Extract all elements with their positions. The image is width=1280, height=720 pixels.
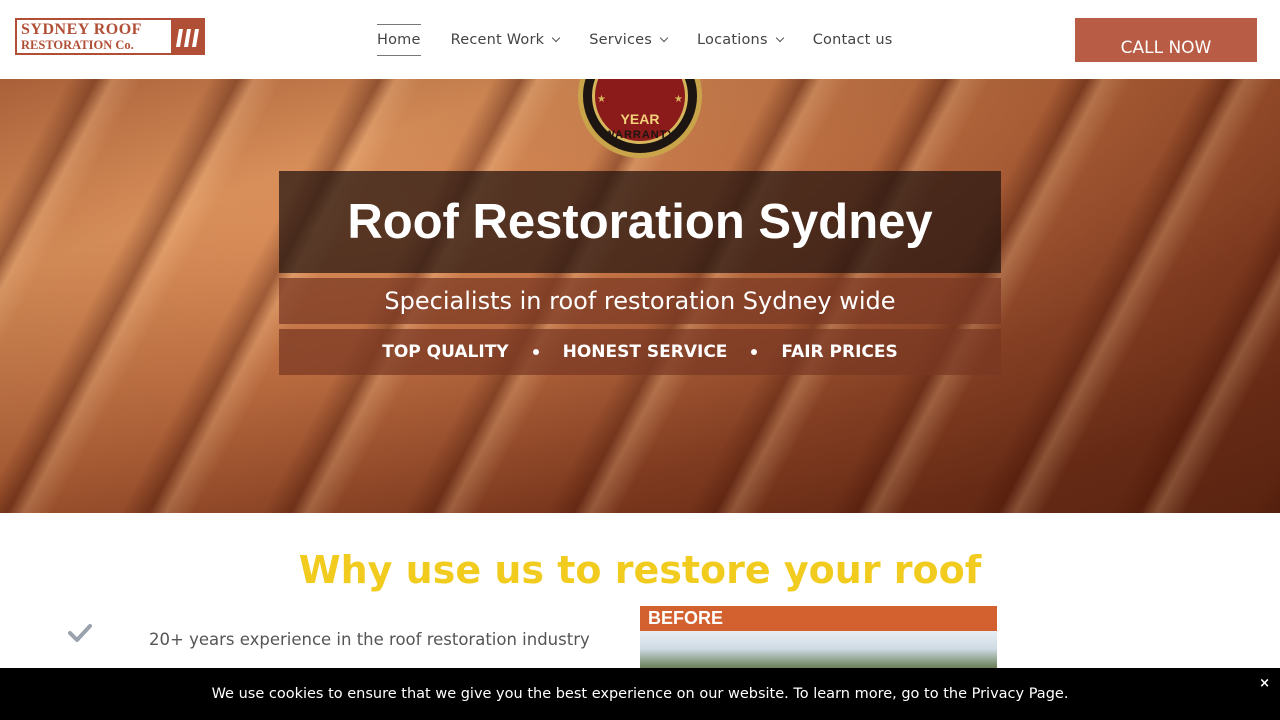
- bullet-dot-icon: [751, 349, 758, 355]
- warranty-year-label: YEAR: [620, 111, 660, 127]
- hero-subtitle: Specialists in roof restoration Sydney w…: [384, 287, 896, 315]
- tag-top-quality: TOP QUALITY: [382, 342, 509, 362]
- star-icon: ★: [674, 94, 683, 105]
- cookie-banner: We use cookies to ensure that we give yo…: [0, 668, 1280, 720]
- hero-tagline-box: TOP QUALITY HONEST SERVICE FAIR PRICES: [279, 329, 1001, 375]
- logo-line2: RESTORATION Co.: [21, 37, 134, 52]
- chevron-down-icon: [552, 33, 561, 43]
- chevron-down-icon: [659, 33, 669, 43]
- site-header: SYDNEY ROOF RESTORATION Co. Home Recent …: [0, 0, 1280, 79]
- nav-locations-label: Locations: [697, 32, 768, 48]
- nav-home-label: Home: [377, 32, 421, 48]
- warranty-word: WARRANTY: [604, 129, 676, 141]
- close-icon[interactable]: ×: [1259, 676, 1270, 691]
- feature-item: 20+ years experience in the roof restora…: [149, 630, 590, 649]
- main-nav: Home Recent Work Services Locations Cont…: [377, 24, 922, 56]
- logo-line1: SYDNEY ROOF: [21, 20, 142, 38]
- star-icon: ★: [597, 94, 606, 105]
- call-now-button[interactable]: CALL NOW: [1075, 18, 1257, 62]
- checkmark-icon: [68, 621, 92, 645]
- nav-recent-work-label: Recent Work: [450, 32, 545, 48]
- cookie-text: We use cookies to ensure that we give yo…: [211, 686, 1069, 702]
- tag-fair-prices: FAIR PRICES: [781, 342, 898, 362]
- before-label: BEFORE: [640, 606, 997, 631]
- why-heading: Why use us to restore your roof: [298, 548, 982, 592]
- tag-honest-service: HONEST SERVICE: [562, 342, 728, 362]
- bullet-dot-icon: [532, 349, 539, 355]
- nav-contact-label: Contact us: [812, 32, 893, 48]
- nav-locations[interactable]: Locations: [697, 24, 784, 56]
- logo-text: SYDNEY ROOF RESTORATION Co.: [17, 20, 171, 53]
- nav-services-label: Services: [589, 32, 653, 48]
- hero-subtitle-box: Specialists in roof restoration Sydney w…: [279, 278, 1001, 324]
- hero-banner: YEAR ★ ★ WARRANTY Roof Restoration Sydne…: [0, 79, 1280, 513]
- logo-roof-icon: [171, 18, 205, 55]
- nav-home[interactable]: Home: [377, 24, 421, 56]
- nav-contact[interactable]: Contact us: [813, 24, 893, 56]
- hero-title-box: Roof Restoration Sydney: [279, 171, 1001, 273]
- hero-title: Roof Restoration Sydney: [347, 195, 933, 249]
- nav-recent-work[interactable]: Recent Work: [450, 24, 561, 56]
- chevron-down-icon: [775, 33, 784, 43]
- logo[interactable]: SYDNEY ROOF RESTORATION Co.: [15, 18, 205, 55]
- nav-services[interactable]: Services: [589, 24, 669, 56]
